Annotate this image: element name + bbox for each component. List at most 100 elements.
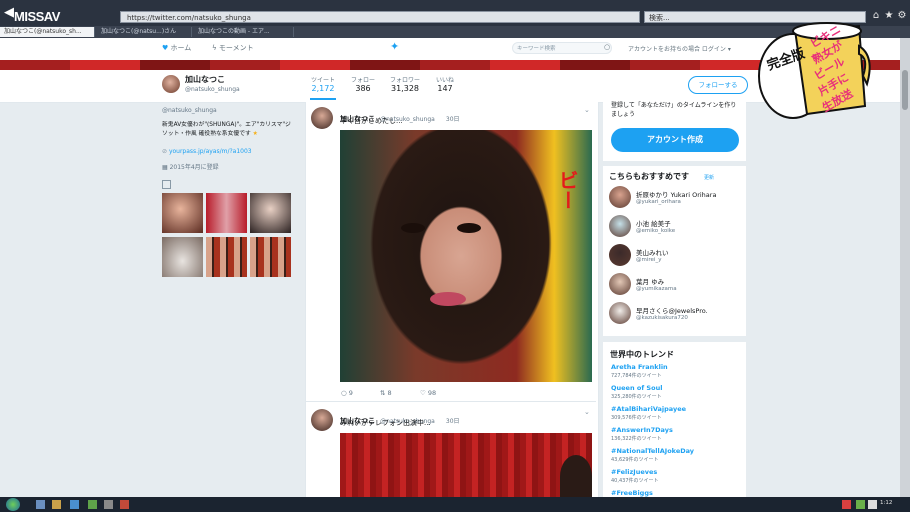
recommended-user-avatar[interactable] — [609, 244, 631, 266]
reply-count: 9 — [348, 389, 353, 397]
tray-icon[interactable] — [842, 500, 851, 509]
taskbar-ie-icon[interactable] — [70, 500, 79, 509]
tweet-time[interactable]: 30日 — [446, 116, 460, 123]
joined-text: 2015年4月に登録 — [169, 164, 219, 171]
recommended-user-handle: @emiko_koike — [636, 228, 676, 234]
taskbar-app-icon[interactable] — [120, 500, 129, 509]
trend-count: 727,784件のツイート — [611, 373, 662, 379]
taskbar-app-icon[interactable] — [104, 500, 113, 509]
trend-count: 325,280件のツイート — [611, 394, 662, 400]
trend-link[interactable]: #NationalTellAJokeDay — [611, 447, 694, 455]
volume-icon[interactable] — [868, 500, 877, 509]
avatar[interactable] — [162, 75, 180, 93]
scrollbar-thumb[interactable] — [902, 70, 908, 110]
trend-link[interactable]: #FelizJueves — [611, 468, 657, 476]
recommended-user-handle: @kazukisakura720 — [636, 315, 688, 321]
lightning-icon: ϟ — [212, 44, 219, 52]
star-emoji-icon: ★ — [252, 131, 258, 137]
recommended-user-handle: @mirei_y — [636, 257, 662, 263]
start-button-icon[interactable] — [6, 498, 20, 511]
recommend-refresh-link[interactable]: 更新 — [704, 174, 714, 181]
recommended-user-name[interactable]: 折原ゆかり Yukari Orihara — [636, 189, 716, 199]
stat-tweets-label[interactable]: ツイート — [306, 75, 340, 84]
recommended-user-avatar[interactable] — [609, 215, 631, 237]
tweet-divider — [306, 401, 596, 402]
bio-text: 新鬼AV女優わが"(SHUNGA)"。エア"カリスマ"ジ ソット・作風 確役熟な… — [162, 122, 291, 137]
stat-tweets-value[interactable]: 2,172 — [306, 84, 340, 93]
like-count: 98 — [427, 389, 437, 397]
media-thumbnail[interactable] — [162, 237, 203, 277]
recommended-user-handle: @yumikazama — [636, 286, 677, 292]
stat-followers-value[interactable]: 31,328 — [388, 84, 422, 93]
chevron-down-icon[interactable]: ⌄ — [584, 408, 590, 416]
stat-likes-value[interactable]: 147 — [428, 84, 462, 93]
nav-moments[interactable]: ϟ モーメント — [212, 43, 254, 53]
stat-following-value[interactable]: 386 — [346, 84, 380, 93]
trends-title: 世界中のトレンド — [610, 350, 674, 359]
stat-following-label[interactable]: フォロー — [346, 75, 380, 84]
address-bar[interactable]: https://twitter.com/natsuko_shunga — [120, 11, 640, 23]
stat-likes-label[interactable]: いいね — [428, 75, 462, 84]
profile-link[interactable]: ⊘ yourpass.jp/ayas/m/?a1003 — [162, 148, 252, 155]
media-icon — [162, 180, 171, 189]
tray-icon[interactable] — [856, 500, 865, 509]
tab-3[interactable]: 加山なつこの動画 - エア... — [194, 27, 294, 37]
media-thumbnail[interactable] — [162, 193, 203, 233]
tweet-text: 早く目がさめたし... — [340, 117, 403, 125]
watermark: MISSAV — [14, 9, 60, 24]
profile-link-text[interactable]: yourpass.jp/ayas/m/?a1003 — [169, 148, 252, 155]
taskbar-app-icon[interactable] — [88, 500, 97, 509]
taskbar-folder-icon[interactable] — [52, 500, 61, 509]
recommended-user-handle: @yukari_orihara — [636, 199, 681, 205]
profile-name[interactable]: 加山なつこ — [185, 74, 225, 85]
photo-person — [560, 455, 592, 498]
trend-count: 136,322件のツイート — [611, 436, 662, 442]
nav-home[interactable]: ♥ ホーム — [162, 43, 191, 53]
trend-link[interactable]: #AnswerIn7Days — [611, 426, 673, 434]
tweet-avatar[interactable] — [311, 107, 333, 129]
tweet-photo[interactable] — [340, 433, 592, 498]
profile-bio: 新鬼AV女優わが"(SHUNGA)"。エア"カリスマ"ジ ソット・作風 確役熟な… — [162, 121, 297, 139]
chevron-down-icon[interactable]: ⌄ — [584, 106, 590, 114]
retweet-count: 8 — [387, 389, 392, 397]
trend-link[interactable]: Queen of Soul — [611, 384, 662, 392]
recommended-user-name[interactable]: 葉月 ゆみ — [636, 276, 664, 286]
trend-count: 40,437件のツイート — [611, 478, 659, 484]
login-link[interactable]: アカウントをお持ちの場合 ログイン ▾ — [628, 44, 731, 53]
link-icon: ⊘ — [162, 148, 169, 155]
taskbar-explorer-icon[interactable] — [36, 500, 45, 509]
trend-count: 43,629件のツイート — [611, 457, 659, 463]
media-thumbnail[interactable] — [250, 237, 291, 277]
recommended-user-name[interactable]: 早月さくら@JewelsPro. — [636, 305, 708, 315]
recommended-user-avatar[interactable] — [609, 302, 631, 324]
like-action[interactable]: ♡ 98 — [420, 389, 436, 397]
stat-followers-label[interactable]: フォロワー — [388, 75, 422, 84]
heart-icon: ♡ — [420, 389, 428, 397]
media-thumbnail[interactable] — [206, 193, 247, 233]
favorites-star-icon[interactable]: ★ — [883, 10, 895, 22]
tweet-photo[interactable] — [340, 130, 592, 382]
reply-action[interactable]: ○ 9 — [341, 389, 353, 397]
retweet-action[interactable]: ⇅ 8 — [380, 389, 392, 397]
recommended-user-name[interactable]: 小池 絵美子 — [636, 218, 671, 228]
tab-active[interactable]: 加山なつこ(@natsuko_sh... — [0, 27, 95, 37]
recommended-user-avatar[interactable] — [609, 273, 631, 295]
search-icon[interactable]: ○ — [604, 43, 610, 51]
nav-home-label: ホーム — [170, 44, 192, 52]
trend-link[interactable]: #FreeBiggs — [611, 489, 653, 497]
recommended-user-name[interactable]: 美山みれい — [636, 247, 669, 257]
media-thumbnail[interactable] — [206, 237, 247, 277]
media-thumbnail[interactable] — [250, 193, 291, 233]
tweet-time[interactable]: 30日 — [446, 418, 460, 425]
tab-2[interactable]: 加山なつこ(@natsu...)さん — [97, 27, 192, 37]
trend-link[interactable]: Aretha Franklin — [611, 363, 668, 371]
recommended-user-avatar[interactable] — [609, 186, 631, 208]
tweet-avatar[interactable] — [311, 409, 333, 431]
trend-link[interactable]: #AtalBihariVajpayee — [611, 405, 686, 413]
settings-gear-icon[interactable]: ⚙ — [896, 10, 908, 22]
create-account-button[interactable]: アカウント作成 — [611, 128, 739, 152]
recommend-title: こちらもおすすめです — [609, 172, 689, 181]
follow-button[interactable]: フォローする — [688, 76, 748, 94]
twitter-bird-icon[interactable]: ✦ — [390, 41, 404, 53]
keyword-search-input[interactable]: キーワード検索 — [512, 42, 612, 54]
